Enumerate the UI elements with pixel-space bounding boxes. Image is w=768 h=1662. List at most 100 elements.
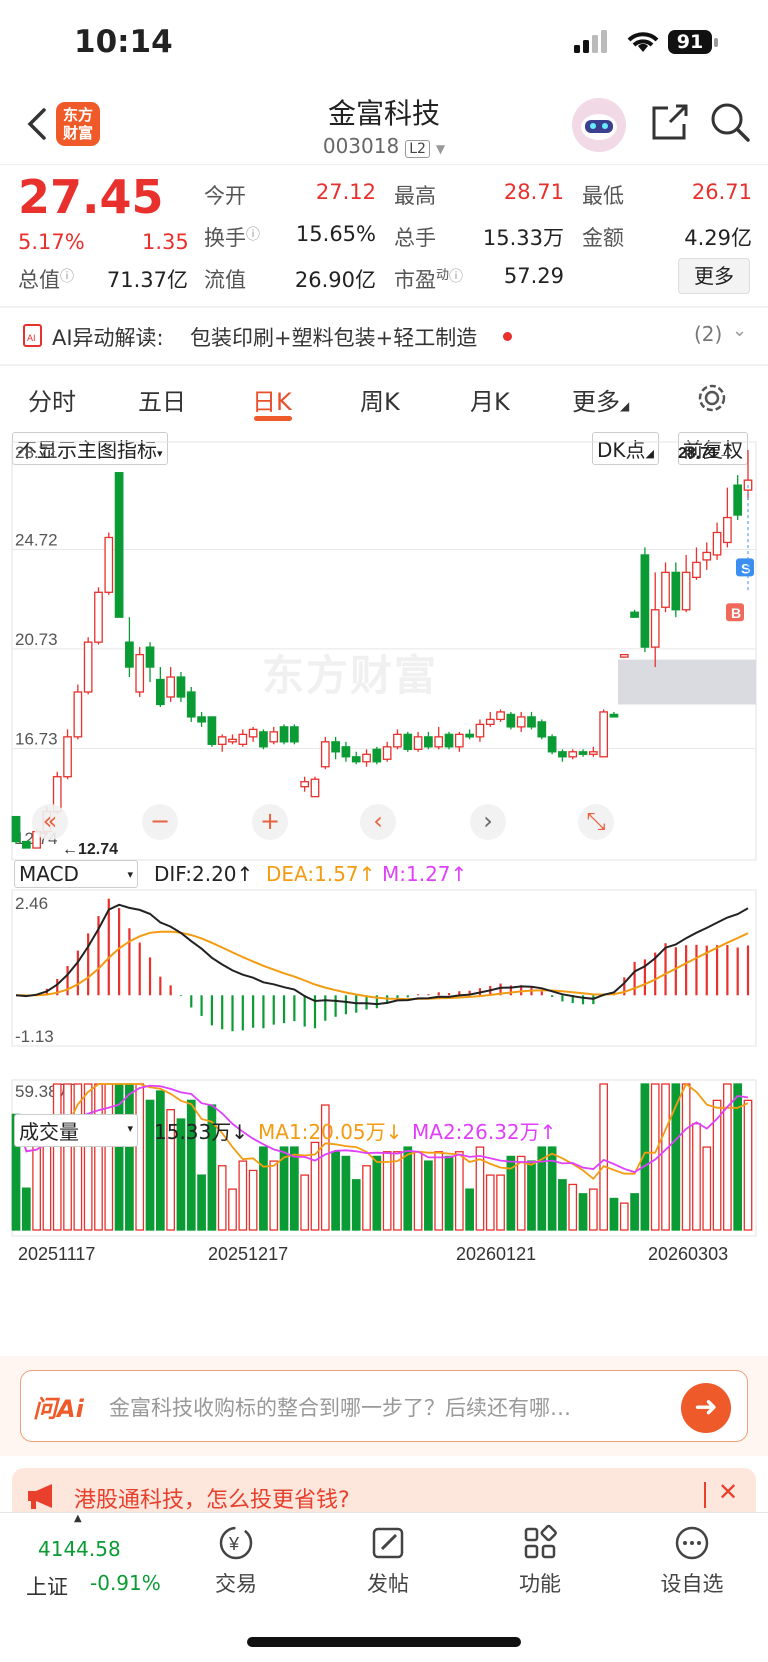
send-arrow-icon[interactable]: ➜ — [681, 1383, 731, 1433]
volume-bar — [63, 1083, 72, 1231]
volume-bar — [588, 1188, 598, 1231]
scroll-left-icon[interactable]: « — [32, 804, 68, 840]
dif-line — [15, 903, 749, 1006]
robot-avatar-icon[interactable] — [572, 98, 626, 152]
info-icon[interactable]: ⓘ — [246, 227, 260, 243]
candle-body — [444, 733, 454, 748]
candle-body — [424, 736, 433, 748]
candle-body — [568, 751, 578, 758]
candle-body — [640, 554, 650, 648]
nav-post[interactable]: 发帖 — [338, 1523, 438, 1598]
volume-bar — [444, 1155, 454, 1231]
settings-gear-icon[interactable] — [696, 382, 728, 414]
gap-zone — [618, 659, 756, 705]
volume-bar — [83, 1083, 93, 1231]
candle-body — [661, 571, 670, 608]
share-icon[interactable] — [648, 100, 692, 144]
macd-dif: DIF:2.20↑ — [154, 862, 253, 886]
volume-bar — [125, 1083, 134, 1231]
more-button[interactable]: 更多 — [678, 258, 750, 294]
volume-bar — [578, 1193, 588, 1231]
volume-select[interactable]: 成交量 ▾ — [14, 1114, 138, 1147]
macd-select[interactable]: MACD ▾ — [14, 860, 138, 888]
more-dots-icon — [675, 1526, 709, 1560]
candle-body — [578, 751, 588, 755]
low-marker: ←12.74 — [62, 841, 118, 858]
candle-body — [269, 731, 279, 743]
volume-label: 总手 — [394, 226, 436, 250]
tab-weekly-k[interactable]: 周K — [360, 382, 400, 417]
volume-bar — [527, 1160, 536, 1231]
grid-icon — [524, 1524, 557, 1559]
candle-body — [197, 716, 206, 723]
candle-body — [723, 516, 732, 544]
candle-body — [547, 736, 557, 753]
open-label: 今开 — [204, 184, 246, 208]
stock-code: 003018 — [322, 134, 400, 158]
volume-bar — [547, 1146, 557, 1231]
edit-icon — [372, 1527, 404, 1559]
ask-ai-input[interactable]: 问Ai 金富科技收购标的整合到哪一步了？后续还有哪… ➜ — [20, 1370, 748, 1442]
fullscreen-icon[interactable]: ⤡ — [578, 804, 614, 840]
chevron-down-icon: ▼ — [435, 142, 446, 156]
signal-label: B — [731, 605, 741, 621]
volume-bar — [434, 1151, 444, 1231]
x-tick-label: 20260121 — [456, 1244, 536, 1264]
tab-more[interactable]: 更多◢ — [572, 382, 629, 417]
volume-current: 15.33万↓ — [154, 1116, 248, 1145]
kline-svg[interactable]: 28.7124.7220.7316.7312.7428.71→←12.74SB2… — [0, 428, 768, 1358]
volume-value: 15.33万 — [482, 226, 564, 250]
up-arrow: ↑ — [236, 862, 254, 886]
candle-body — [248, 728, 258, 738]
candle-body — [619, 653, 629, 658]
index-value[interactable]: 4144.58 — [38, 1537, 121, 1561]
turnover-label-text: 换手 — [204, 226, 246, 250]
volume-current-value: 15.33万 — [154, 1120, 232, 1144]
volume-bar — [661, 1083, 670, 1231]
volume-bar — [485, 1174, 495, 1231]
watermark: 东方财富 — [262, 651, 439, 700]
nav-watchlist-label: 设自选 — [660, 1572, 724, 1596]
x-tick-label: 20260303 — [648, 1244, 728, 1264]
candle-body — [217, 736, 227, 745]
status-bar: 10:14 91 — [0, 0, 768, 86]
candle-body — [558, 751, 567, 758]
mcap-value: 71.37亿 — [106, 268, 188, 292]
nav-trade[interactable]: ¥ 交易 — [186, 1523, 286, 1598]
turnover-value: 15.65% — [295, 222, 376, 246]
ai-insight-bar[interactable]: AI AI异动解读: 包装印刷+塑料包装+轻工制造 (2) ⌄ — [0, 310, 768, 362]
tab-intraday[interactable]: 分时 — [28, 382, 76, 417]
low-value: 26.71 — [691, 180, 752, 204]
candle-body — [537, 721, 547, 738]
close-icon[interactable]: ✕ — [718, 1478, 738, 1506]
next-icon[interactable]: › — [470, 804, 506, 840]
candle-body — [403, 733, 413, 750]
candle-body — [650, 609, 660, 648]
info-icon[interactable]: ⓘ — [449, 269, 463, 285]
nav-watchlist[interactable]: 设自选 — [642, 1523, 742, 1598]
zoom-in-icon[interactable]: + — [252, 804, 288, 840]
search-icon[interactable] — [708, 100, 752, 144]
nav-functions[interactable]: 功能 — [490, 1523, 590, 1598]
nav-trade-label: 交易 — [215, 1572, 257, 1596]
candle-body — [712, 531, 722, 556]
zoom-out-icon[interactable]: − — [142, 804, 178, 840]
prev-icon[interactable]: ‹ — [360, 804, 396, 840]
up-arrow: ↑ — [358, 862, 376, 886]
amount-value: 4.29亿 — [684, 226, 752, 250]
candle-body — [207, 716, 217, 745]
tab-daily-k[interactable]: 日K — [252, 382, 292, 417]
info-icon[interactable]: ⓘ — [60, 269, 74, 285]
tab-monthly-k[interactable]: 月K — [470, 382, 510, 417]
candle-body — [527, 716, 536, 728]
volume-bar — [248, 1169, 258, 1231]
tab-five-day[interactable]: 五日 — [138, 382, 186, 417]
candle-body — [588, 751, 598, 755]
macd-select-label: MACD — [19, 862, 79, 886]
volume-bar — [382, 1151, 392, 1231]
up-arrow: ↑ — [450, 862, 468, 886]
candle-body — [186, 691, 196, 718]
svg-text:¥: ¥ — [228, 1534, 240, 1554]
period-tabs: 分时 五日 日K 周K 月K 更多◢ — [0, 368, 768, 424]
ma2-value: MA2:26.32万 — [412, 1120, 540, 1144]
